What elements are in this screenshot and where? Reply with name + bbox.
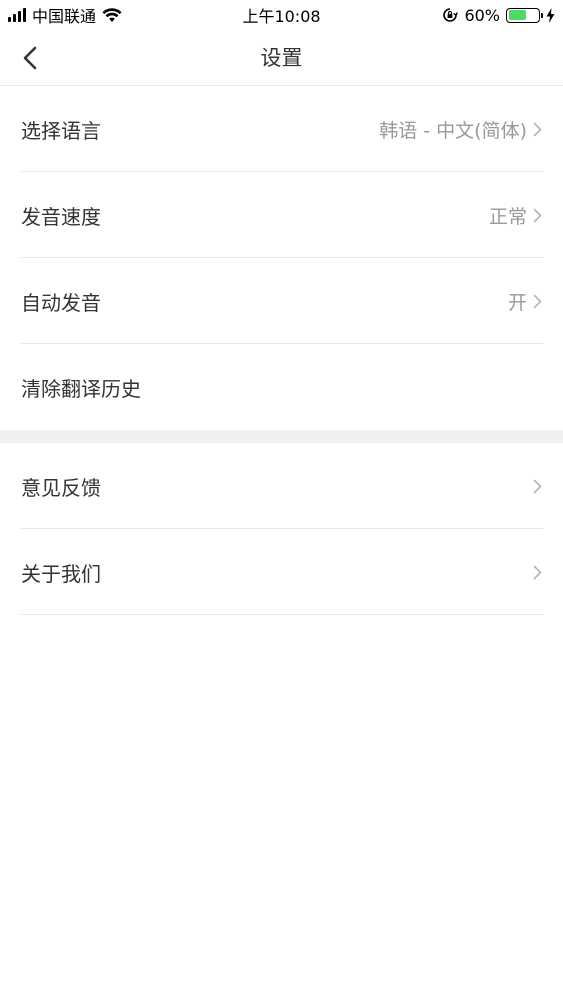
misc-list: 意见反馈 关于我们: [0, 443, 563, 615]
signal-icon: [8, 8, 26, 22]
setting-label: 发音速度: [21, 204, 101, 229]
settings-list: 选择语言 韩语 - 中文(简体) 发音速度 正常 自动发音 开 清除翻译历史: [0, 86, 563, 430]
chevron-right-icon: [533, 478, 543, 494]
status-left: 中国联通: [8, 3, 122, 27]
chevron-right-icon: [533, 207, 543, 223]
setting-value: 正常: [488, 205, 527, 228]
chevron-left-icon: [23, 46, 37, 70]
battery-icon: [506, 7, 543, 23]
chevron-right-icon: [533, 121, 543, 137]
setting-value: 韩语 - 中文(简体): [379, 119, 527, 142]
setting-label: 清除翻译历史: [21, 376, 141, 401]
carrier-label: 中国联通: [32, 7, 97, 26]
misc-label: 意见反馈: [21, 475, 101, 500]
nav-bar: 设置: [0, 30, 563, 86]
charging-icon: [546, 7, 555, 23]
setting-value: 开: [507, 291, 527, 314]
misc-label: 关于我们: [21, 561, 101, 586]
misc-row-feedback[interactable]: 意见反馈: [0, 443, 563, 529]
misc-row-about[interactable]: 关于我们: [0, 529, 563, 615]
status-right: 60%: [442, 6, 555, 25]
setting-row-language[interactable]: 选择语言 韩语 - 中文(简体): [0, 86, 563, 172]
rotation-lock-icon: [442, 7, 459, 23]
page-title: 设置: [260, 46, 303, 70]
setting-row-speed[interactable]: 发音速度 正常: [0, 172, 563, 258]
status-bar: 中国联通 上午10:08 60%: [0, 0, 563, 30]
chevron-right-icon: [533, 293, 543, 309]
section-divider: [0, 430, 563, 443]
battery-percent: 60%: [464, 5, 500, 25]
back-button[interactable]: [14, 42, 46, 74]
setting-row-clear-history[interactable]: 清除翻译历史: [0, 344, 563, 430]
battery-level-fill: [508, 10, 526, 20]
chevron-right-icon: [533, 564, 543, 580]
setting-label: 自动发音: [21, 290, 101, 315]
setting-row-auto-pronounce[interactable]: 自动发音 开: [0, 258, 563, 344]
wifi-icon: [102, 7, 122, 23]
setting-label: 选择语言: [21, 118, 101, 143]
